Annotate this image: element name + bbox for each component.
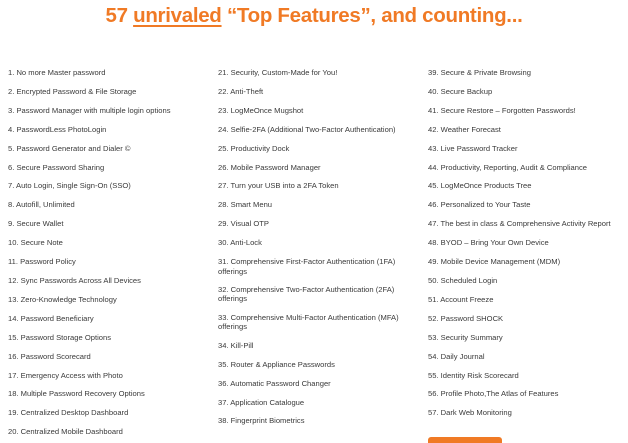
feature-item[interactable]: 53. Security Summary xyxy=(428,333,628,343)
feature-item[interactable]: 48. BYOD – Bring Your Own Device xyxy=(428,238,628,248)
headline-suffix: “Top Features”, and counting... xyxy=(221,4,523,27)
feature-item[interactable]: 40. Secure Backup xyxy=(428,87,628,97)
feature-item[interactable]: 35. Router & Appliance Passwords xyxy=(218,360,423,370)
feature-item[interactable]: 47. The best in class & Comprehensive Ac… xyxy=(428,219,628,229)
features-column-3: 39. Secure & Private Browsing 40. Secure … xyxy=(428,68,628,427)
feature-item[interactable]: 9. Secure Wallet xyxy=(8,219,213,229)
feature-item[interactable]: 36. Automatic Password Changer xyxy=(218,379,423,389)
feature-item[interactable]: 13. Zero-Knowledge Technology xyxy=(8,295,213,305)
feature-item[interactable]: 33. Comprehensive Multi-Factor Authentic… xyxy=(218,313,423,332)
feature-item[interactable]: 15. Password Storage Options xyxy=(8,333,213,343)
feature-item[interactable]: 37. Application Catalogue xyxy=(218,398,423,408)
feature-item[interactable]: 26. Mobile Password Manager xyxy=(218,163,423,173)
feature-item[interactable]: 22. Anti-Theft xyxy=(218,87,423,97)
features-column-2: 21. Security, Custom-Made for You! 22. An… xyxy=(218,68,423,435)
feature-item[interactable]: 34. Kill-Pill xyxy=(218,341,423,351)
feature-item[interactable]: 57. Dark Web Monitoring xyxy=(428,408,628,418)
feature-item[interactable]: 7. Auto Login, Single Sign-On (SSO) xyxy=(8,181,213,191)
feature-item[interactable]: 46. Personalized to Your Taste xyxy=(428,200,628,210)
feature-item[interactable]: 25. Productivity Dock xyxy=(218,144,423,154)
feature-item[interactable]: 32. Comprehensive Two-Factor Authenticat… xyxy=(218,285,423,304)
feature-item[interactable]: 31. Comprehensive First-Factor Authentic… xyxy=(218,257,423,276)
feature-item[interactable]: 24. Selfie-2FA (Additional Two-Factor Au… xyxy=(218,125,423,135)
cta-button[interactable] xyxy=(428,437,502,443)
feature-item[interactable]: 43. Live Password Tracker xyxy=(428,144,628,154)
feature-item[interactable]: 16. Password Scorecard xyxy=(8,352,213,362)
feature-item[interactable]: 49. Mobile Device Management (MDM) xyxy=(428,257,628,267)
headline-emphasis: unrivaled xyxy=(133,4,222,27)
feature-item[interactable]: 41. Secure Restore – Forgotten Passwords… xyxy=(428,106,628,116)
feature-item[interactable]: 54. Daily Journal xyxy=(428,352,628,362)
feature-item[interactable]: 44. Productivity, Reporting, Audit & Com… xyxy=(428,163,628,173)
feature-item[interactable]: 51. Account Freeze xyxy=(428,295,628,305)
feature-item[interactable]: 19. Centralized Desktop Dashboard xyxy=(8,408,213,418)
feature-item[interactable]: 2. Encrypted Password & File Storage xyxy=(8,87,213,97)
feature-item[interactable]: 21. Security, Custom-Made for You! xyxy=(218,68,423,78)
feature-item[interactable]: 17. Emergency Access with Photo xyxy=(8,371,213,381)
feature-item[interactable]: 8. Autofill, Unlimited xyxy=(8,200,213,210)
feature-item[interactable]: 39. Secure & Private Browsing xyxy=(428,68,628,78)
feature-item[interactable]: 42. Weather Forecast xyxy=(428,125,628,135)
feature-item[interactable]: 56. Profile Photo,The Atlas of Features xyxy=(428,389,628,399)
feature-item[interactable]: 3. Password Manager with multiple login … xyxy=(8,106,213,116)
feature-item[interactable]: 28. Smart Menu xyxy=(218,200,423,210)
feature-item[interactable]: 45. LogMeOnce Products Tree xyxy=(428,181,628,191)
feature-item[interactable]: 55. Identity Risk Scorecard xyxy=(428,371,628,381)
feature-item[interactable]: 5. Password Generator and Dialer © xyxy=(8,144,213,154)
feature-item[interactable]: 23. LogMeOnce Mugshot xyxy=(218,106,423,116)
feature-item[interactable]: 38. Fingerprint Biometrics xyxy=(218,416,423,426)
feature-item[interactable]: 10. Secure Note xyxy=(8,238,213,248)
feature-item[interactable]: 1. No more Master password xyxy=(8,68,213,78)
feature-item[interactable]: 6. Secure Password Sharing xyxy=(8,163,213,173)
feature-item[interactable]: 18. Multiple Password Recovery Options xyxy=(8,389,213,399)
headline-prefix: 57 xyxy=(105,4,134,27)
features-column-1: 1. No more Master password 2. Encrypted P… xyxy=(8,68,213,443)
feature-item[interactable]: 20. Centralized Mobile Dashboard xyxy=(8,427,213,437)
feature-item[interactable]: 4. PasswordLess PhotoLogin xyxy=(8,125,213,135)
feature-item[interactable]: 11. Password Policy xyxy=(8,257,213,267)
feature-item[interactable]: 14. Password Beneficiary xyxy=(8,314,213,324)
feature-item[interactable]: 50. Scheduled Login xyxy=(428,276,628,286)
features-headline: 57 unrivaled “Top Features”, and countin… xyxy=(0,4,628,28)
feature-item[interactable]: 52. Password SHOCK xyxy=(428,314,628,324)
feature-item[interactable]: 27. Turn your USB into a 2FA Token xyxy=(218,181,423,191)
feature-item[interactable]: 12. Sync Passwords Across All Devices xyxy=(8,276,213,286)
feature-item[interactable]: 29. Visual OTP xyxy=(218,219,423,229)
feature-item[interactable]: 30. Anti-Lock xyxy=(218,238,423,248)
